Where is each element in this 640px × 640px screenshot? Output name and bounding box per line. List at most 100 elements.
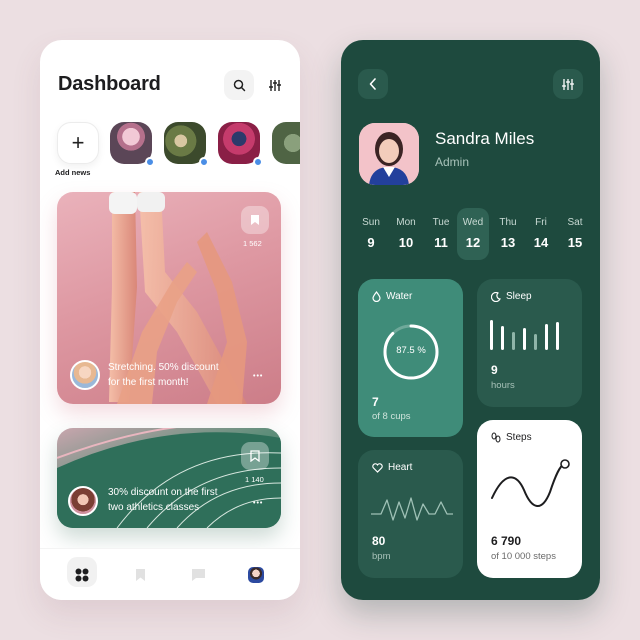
steps-curve [491,459,570,507]
sliders-icon [562,78,574,90]
story-unread-dot [145,157,155,167]
day-thu[interactable]: Thu 13 [492,208,524,260]
nav-home[interactable] [70,563,94,587]
steps-label-text: Steps [506,432,532,443]
story-item[interactable] [272,122,300,164]
add-news-label: Add news [55,168,91,177]
heart-icon [372,462,383,473]
sleep-label: Sleep [491,291,532,302]
day-fri[interactable]: Fri 14 [525,208,557,260]
sleep-value: 9 [491,363,498,377]
heart-label-text: Heart [388,462,413,473]
post-card[interactable]: 1 562 Stretching. 50% discount for the f… [57,192,281,404]
post-card[interactable]: 1 140 30% discount on the first two athl… [57,428,281,528]
water-label: Water [372,291,412,302]
water-drop-icon [372,291,381,302]
story-item[interactable] [218,122,263,167]
story-unread-dot [253,157,263,167]
story-item[interactable] [110,122,155,167]
chevron-left-icon [369,78,376,90]
post-text: Stretching. 50% discount for the first m… [108,360,219,390]
bookmark-button[interactable] [241,206,269,234]
day-name: Sun [362,217,380,228]
heart-value: 80 [372,534,386,548]
nav-profile[interactable] [244,563,268,587]
add-news-button[interactable]: + [57,122,99,164]
day-name: Fri [535,217,547,228]
water-tile[interactable]: Water 87.5 % 7 of 8 cups [358,279,463,437]
post-text-line: Stretching. 50% discount [108,362,219,373]
heart-tile[interactable]: Heart 80 bpm [358,450,463,578]
like-count: 1 140 [245,475,264,484]
footprints-icon [491,432,501,443]
steps-value: 6 790 [491,534,522,548]
search-icon [233,79,245,91]
sleep-label-text: Sleep [506,291,532,302]
day-date: 13 [500,235,516,250]
week-calendar: Sun 9 Mon 10 Tue 11 Wed 12 Thu 13 Fri 14 Sat 15 [355,208,595,264]
post-text-line: two athletics classes [108,502,200,513]
moon-icon [491,291,501,302]
like-count: 1 562 [243,239,262,248]
day-tue[interactable]: Tue 11 [425,208,457,260]
day-name: Thu [499,217,517,228]
day-mon[interactable]: Mon 10 [390,208,422,260]
stories-row: + Add news [55,120,300,180]
bookmark-button[interactable] [241,442,269,470]
sleep-bars [490,320,559,350]
heart-rate-line [371,497,453,521]
filter-button[interactable] [260,70,290,100]
bookmark-icon [135,569,145,581]
profile-role: Admin [435,155,470,169]
day-date: 11 [434,235,448,250]
nav-messages[interactable] [186,563,210,587]
day-date: 15 [567,235,583,250]
bookmark-icon [250,450,260,462]
sliders-icon [269,79,281,91]
bottom-nav [40,548,300,600]
grid-icon [75,568,89,582]
day-date: 9 [367,235,375,250]
day-sun[interactable]: Sun 9 [355,208,387,260]
day-date: 10 [398,235,414,250]
story-image [272,122,300,164]
profile-photo-image [359,123,419,185]
chat-icon [191,569,205,581]
day-date: 12 [465,235,481,250]
sleep-sub: hours [491,380,515,391]
search-button[interactable] [224,70,254,100]
water-percent: 87.5 % [396,345,426,356]
steps-sub: of 10 000 steps [491,551,556,562]
steps-label: Steps [491,432,532,443]
bookmark-icon [251,215,259,225]
story-item[interactable] [164,122,209,167]
story-unread-dot [199,157,209,167]
day-name: Sat [567,217,583,228]
profile-avatar [248,567,264,583]
plus-icon: + [71,130,85,155]
water-sub: of 8 cups [372,411,411,422]
profile-photo [359,123,419,185]
filter-button[interactable] [553,69,583,99]
post-text: 30% discount on the first two athletics … [108,485,218,515]
steps-tile[interactable]: Steps 6 790 of 10 000 steps [477,420,582,578]
profile-screen: Sandra Miles Admin Sun 9 Mon 10 Tue 11 Wed 1… [341,40,600,600]
nav-bookmarks[interactable] [128,563,152,587]
author-avatar[interactable] [70,360,100,390]
sleep-tile[interactable]: Sleep 9 hours [477,279,582,407]
day-name: Wed [462,217,484,228]
more-options-button[interactable]: ••• [253,500,263,507]
day-date: 14 [533,235,549,250]
day-sat[interactable]: Sat 15 [559,208,591,260]
back-button[interactable] [358,69,388,99]
day-wed[interactable]: Wed 12 [457,208,489,260]
heart-label: Heart [372,462,412,473]
author-avatar[interactable] [68,486,98,516]
day-name: Mon [396,217,416,228]
more-options-button[interactable]: ••• [253,373,263,380]
water-value: 7 [372,395,379,409]
page-title: Dashboard [58,73,161,95]
profile-name: Sandra Miles [435,129,535,148]
heart-sub: bpm [372,551,391,562]
day-name: Tue [432,217,450,228]
